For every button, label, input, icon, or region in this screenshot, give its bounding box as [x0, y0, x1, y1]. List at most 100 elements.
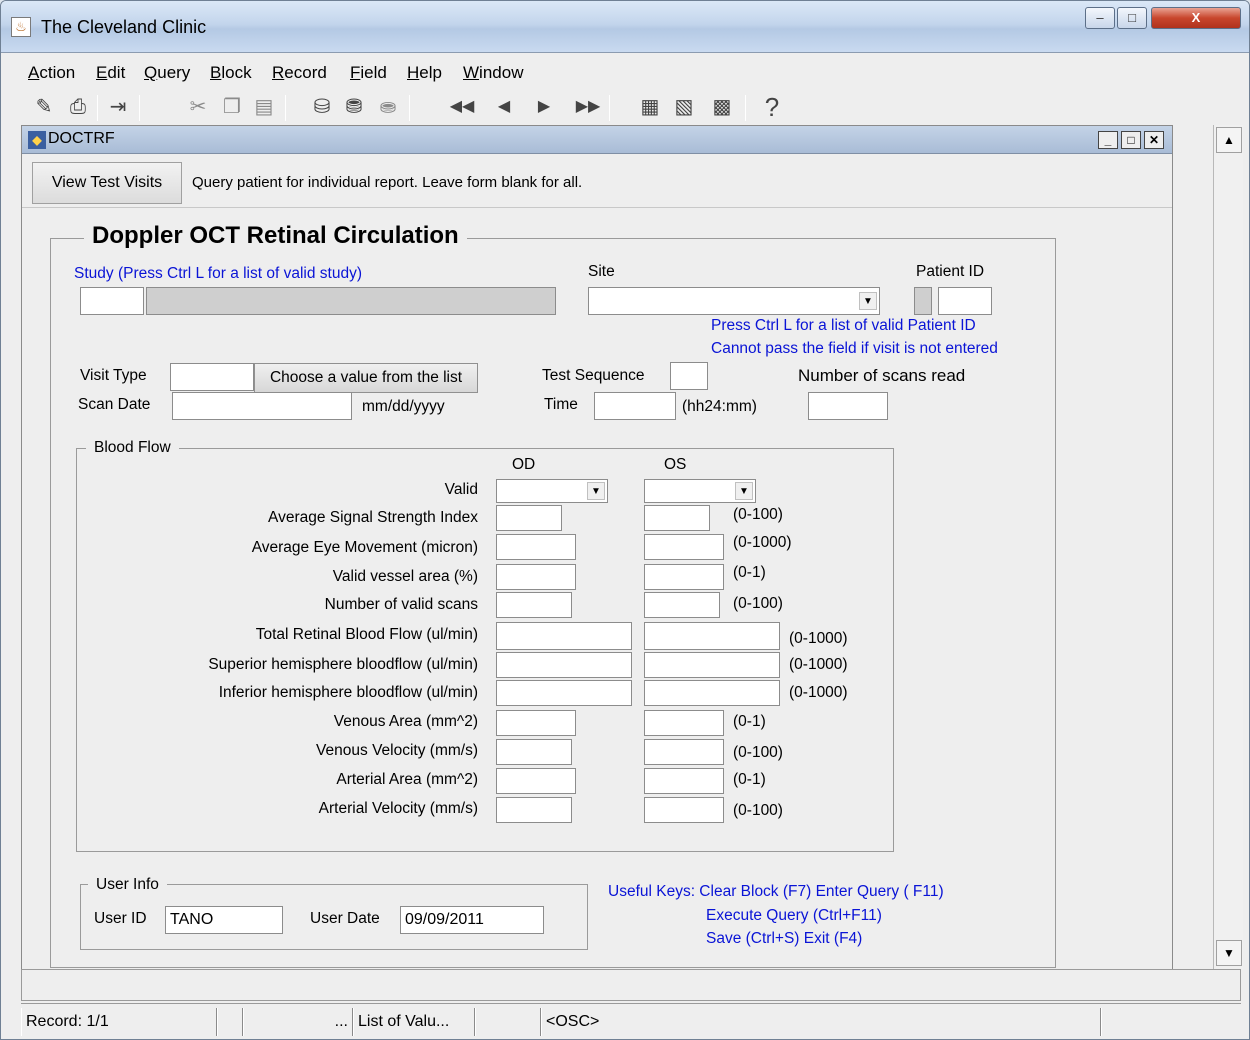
menu-field-label: ield — [360, 63, 387, 82]
num-scans-label: Number of scans read — [798, 366, 966, 385]
menu-edit-label: dit — [107, 63, 126, 82]
form-close-button[interactable]: ✕ — [1144, 131, 1164, 149]
lock-record-icon[interactable]: ▩ — [709, 94, 735, 120]
os-superior-bloodflow-input[interactable] — [644, 652, 780, 678]
menu-bar: Action Edit Query Block Record Field Hel… — [1, 53, 1249, 89]
os-signal-strength-input[interactable] — [644, 505, 710, 531]
menu-edit[interactable]: Edit — [96, 63, 125, 83]
user-date-label: User Date — [310, 910, 380, 927]
site-select[interactable]: ▼ — [588, 287, 880, 315]
menu-record-label: ecord — [284, 63, 327, 82]
os-valid-select[interactable]: ▼ — [644, 479, 756, 503]
menu-window[interactable]: Window — [463, 63, 523, 83]
paste-icon[interactable]: ▤ — [251, 94, 277, 120]
test-sequence-input[interactable] — [670, 362, 708, 390]
time-input[interactable] — [594, 392, 676, 420]
view-test-visits-button[interactable]: View Test Visits — [32, 162, 182, 204]
cut-icon[interactable]: ✂ — [185, 94, 211, 120]
bf-row-label: Venous Velocity (mm/s) — [316, 742, 478, 759]
patient-id-hint: Press Ctrl L for a list of valid Patient… — [711, 317, 976, 334]
od-inferior-bloodflow-input[interactable] — [496, 680, 632, 706]
execute-query-icon[interactable]: ⛃ — [341, 94, 367, 120]
help-icon[interactable]: ? — [759, 94, 785, 120]
copy-icon[interactable]: ❐ — [219, 94, 245, 120]
form-title-bar[interactable]: ◆ DOCTRF _ □ ✕ — [22, 126, 1172, 154]
menu-help[interactable]: Help — [407, 63, 442, 83]
java-app-icon: ♨ — [11, 17, 31, 37]
od-valid-scans-input[interactable] — [496, 592, 572, 618]
od-eye-movement-input[interactable] — [496, 534, 576, 560]
scroll-down-icon[interactable]: ▼ — [1216, 940, 1242, 966]
od-valid-vessel-area-input[interactable] — [496, 564, 576, 590]
exit-icon[interactable]: ⇥ — [105, 94, 131, 120]
title-bar[interactable]: ♨ The Cleveland Clinic – □ X — [1, 1, 1249, 53]
first-record-icon[interactable]: ◀◀ — [449, 94, 475, 120]
os-total-blood-flow-input[interactable] — [644, 622, 780, 650]
od-superior-bloodflow-input[interactable] — [496, 652, 632, 678]
bf-row-range: (0-1000) — [789, 684, 848, 701]
menu-query[interactable]: Query — [144, 63, 190, 83]
maximize-button[interactable]: □ — [1117, 7, 1147, 29]
chevron-down-icon[interactable]: ▼ — [735, 482, 753, 500]
enter-query-icon[interactable]: ⛁ — [309, 94, 335, 120]
close-button[interactable]: X — [1151, 7, 1241, 29]
os-valid-vessel-area-input[interactable] — [644, 564, 724, 590]
bf-row-label: Venous Area (mm^2) — [333, 713, 478, 730]
cancel-query-icon[interactable]: ⛂ — [375, 94, 401, 120]
previous-record-icon[interactable]: ◀ — [491, 94, 517, 120]
menu-window-label: indow — [479, 63, 524, 82]
minimize-button[interactable]: – — [1085, 7, 1115, 29]
od-arterial-velocity-input[interactable] — [496, 797, 572, 823]
menu-field-mnemonic: F — [350, 63, 361, 82]
os-venous-area-input[interactable] — [644, 710, 724, 736]
patient-id-prefix — [914, 287, 932, 315]
study-code-input[interactable] — [80, 287, 144, 315]
save-icon[interactable]: ✎ — [31, 94, 57, 120]
last-record-icon[interactable]: ▶▶ — [575, 94, 601, 120]
vertical-scrollbar[interactable]: ▲ ▼ — [1213, 125, 1243, 970]
od-valid-select[interactable]: ▼ — [496, 479, 608, 503]
os-valid-scans-input[interactable] — [644, 592, 720, 618]
bf-row-label: Valid vessel area (%) — [332, 568, 478, 585]
num-scans-input[interactable] — [808, 392, 888, 420]
od-signal-strength-input[interactable] — [496, 505, 562, 531]
od-venous-area-input[interactable] — [496, 710, 576, 736]
delete-record-icon[interactable]: ▧ — [671, 94, 697, 120]
choose-value-button[interactable]: Choose a value from the list — [254, 363, 478, 393]
chevron-down-icon[interactable]: ▼ — [859, 292, 877, 310]
user-id-label: User ID — [94, 910, 147, 927]
form-window-icon: ◆ — [28, 131, 46, 149]
menu-action-label: ction — [39, 63, 76, 82]
scroll-up-icon[interactable]: ▲ — [1216, 127, 1242, 153]
os-venous-velocity-input[interactable] — [644, 739, 724, 765]
print-icon[interactable]: ⎙ — [65, 94, 91, 120]
menu-field[interactable]: Field — [350, 63, 387, 83]
form-maximize-button[interactable]: □ — [1121, 131, 1141, 149]
od-venous-velocity-input[interactable] — [496, 739, 572, 765]
bf-row-label: Total Retinal Blood Flow (ul/min) — [255, 626, 478, 643]
os-eye-movement-input[interactable] — [644, 534, 724, 560]
menu-block[interactable]: Block — [210, 63, 252, 83]
user-id-input[interactable]: TANO — [165, 906, 283, 934]
button-row: View Test Visits Query patient for indiv… — [22, 154, 1172, 208]
od-total-blood-flow-input[interactable] — [496, 622, 632, 650]
os-arterial-area-input[interactable] — [644, 768, 724, 794]
user-date-input[interactable]: 09/09/2011 — [400, 906, 544, 934]
od-arterial-area-input[interactable] — [496, 768, 576, 794]
menu-help-mnemonic: H — [407, 63, 420, 82]
visit-type-input[interactable] — [170, 363, 254, 391]
scan-date-input[interactable] — [172, 392, 352, 420]
os-inferior-bloodflow-input[interactable] — [644, 680, 780, 706]
menu-record[interactable]: Record — [272, 63, 327, 83]
toolbar-separator — [409, 95, 410, 121]
insert-record-icon[interactable]: ▦ — [637, 94, 663, 120]
next-record-icon[interactable]: ▶ — [531, 94, 557, 120]
os-arterial-velocity-input[interactable] — [644, 797, 724, 823]
doctrf-form-window: ◆ DOCTRF _ □ ✕ View Test Visits Query pa… — [21, 125, 1173, 973]
form-minimize-button[interactable]: _ — [1098, 131, 1118, 149]
chevron-down-icon[interactable]: ▼ — [587, 482, 605, 500]
lov-status: List of Valu... — [353, 1008, 475, 1036]
menu-action[interactable]: Action — [28, 63, 75, 83]
bf-row-range: (0-1) — [733, 771, 766, 788]
patient-id-input[interactable] — [938, 287, 992, 315]
